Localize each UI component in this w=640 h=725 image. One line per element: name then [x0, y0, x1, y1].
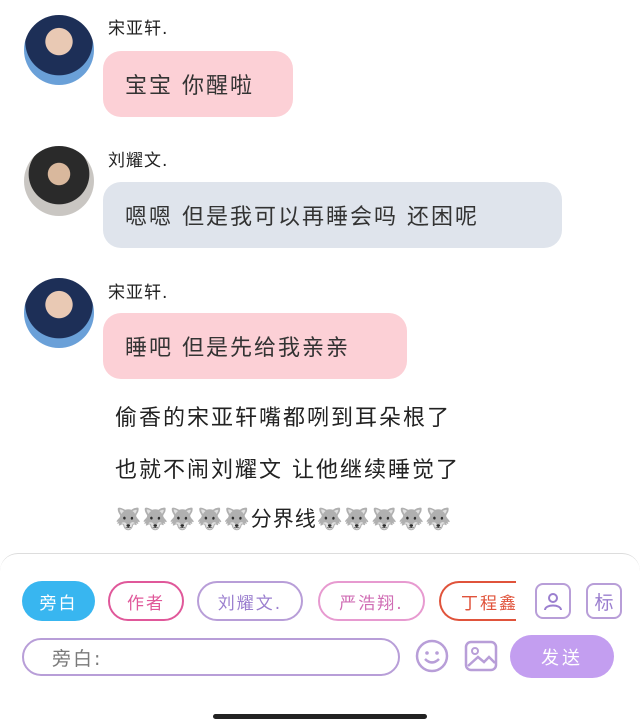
- image-icon[interactable]: [463, 638, 499, 674]
- narration-line: 偷香的宋亚轩嘴都咧到耳朵根了: [115, 406, 452, 431]
- avatar-song-yaxuan[interactable]: [24, 15, 94, 85]
- smiley-icon[interactable]: [414, 638, 450, 674]
- role-chip-yan-haoxiang[interactable]: 严浩翔.: [318, 581, 425, 621]
- role-chip-narrator[interactable]: 旁白: [22, 581, 95, 621]
- person-card-icon-glyph: [544, 593, 562, 611]
- message-bubble[interactable]: 宝宝 你醒啦: [103, 51, 293, 117]
- message-input[interactable]: 旁白:: [22, 638, 400, 676]
- speaker-name: 宋亚轩.: [108, 19, 169, 39]
- message-bubble[interactable]: 睡吧 但是先给我亲亲: [103, 313, 407, 379]
- divider-line: 🐺🐺🐺🐺🐺分界线🐺🐺🐺🐺🐺: [115, 507, 453, 531]
- message-bubble[interactable]: 嗯嗯 但是我可以再睡会吗 还困呢: [103, 182, 562, 248]
- send-button[interactable]: 发送: [510, 635, 614, 678]
- avatar-liu-yaowen[interactable]: [24, 146, 94, 216]
- role-chip-ding-chengxin[interactable]: 丁程鑫: [439, 581, 516, 621]
- role-chip-author[interactable]: 作者: [108, 581, 184, 621]
- tag-button[interactable]: 标: [586, 583, 622, 619]
- person-card-icon[interactable]: [535, 583, 571, 619]
- narration-line: 也就不闹刘耀文 让他继续睡觉了: [115, 458, 460, 483]
- avatar-song-yaxuan[interactable]: [24, 278, 94, 348]
- speaker-name: 刘耀文.: [108, 151, 169, 171]
- home-indicator[interactable]: [213, 714, 427, 719]
- speaker-name: 宋亚轩.: [108, 283, 169, 303]
- role-chip-liu-yaowen[interactable]: 刘耀文.: [197, 581, 303, 621]
